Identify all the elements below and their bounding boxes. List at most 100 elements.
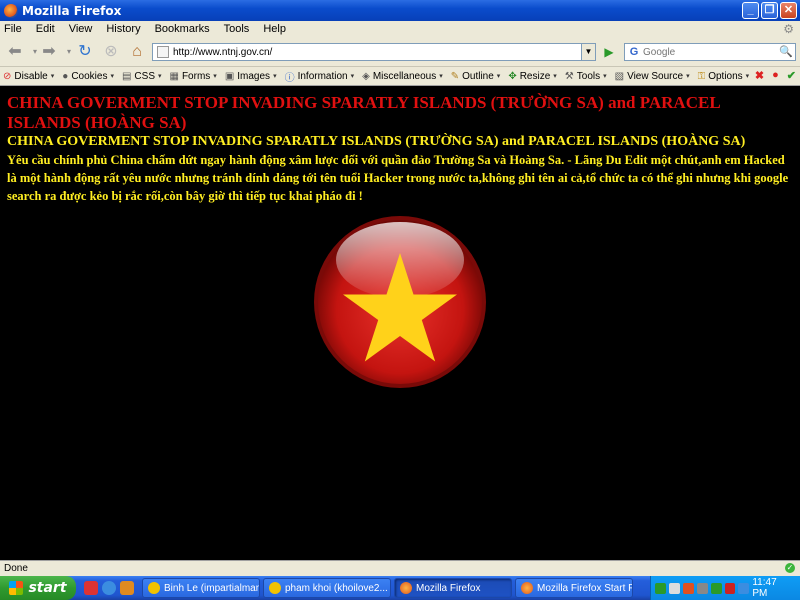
chevron-down-icon: ▾ [553,73,557,80]
menu-help[interactable]: Help [263,23,286,35]
task-firefox-start[interactable]: Mozilla Firefox Start P... [515,578,633,598]
tray-icon[interactable] [668,582,680,594]
error-icon[interactable]: ● [772,69,779,82]
dev-cookies[interactable]: ● Cookies ▾ [62,71,114,82]
ati-icon[interactable] [724,582,736,594]
taskbar: start Binh Le (impartialman... pham khoi… [0,576,800,600]
page-heading: CHINA GOVERMENT STOP INVADING SPARATLY I… [7,93,720,132]
dev-resize[interactable]: ✥ Resize ▾ [508,71,556,82]
window-title: Mozilla Firefox [22,3,122,18]
wrench-icon: ⚒ [564,70,574,82]
chevron-down-icon: ▾ [50,73,55,80]
chevron-down-icon: ▾ [603,73,607,80]
task-firefox-active[interactable]: Mozilla Firefox [394,578,512,598]
page-subheading: CHINA GOVERMENT STOP INVADING SPARATLY I… [7,134,746,149]
chevron-down-icon: ▾ [745,73,750,80]
volume-icon[interactable] [738,582,750,594]
dev-disable[interactable]: ⊘ Disable ▾ [3,71,54,82]
cookies-icon: ● [62,70,69,82]
forward-button[interactable]: ➡ [38,41,60,63]
options-icon: ⚿ [697,70,706,82]
disable-icon: ⊘ [3,70,12,82]
chevron-down-icon: ▾ [157,73,162,80]
url-text: http://www.ntnj.gov.cn/ [173,46,273,58]
page-body-text: Yêu cầu chính phủ China chấm dứt ngay hà… [7,153,789,203]
dev-images[interactable]: ▣ Images ▾ [225,71,277,82]
url-bar[interactable]: http://www.ntnj.gov.cn/ [152,43,582,61]
tray-icon[interactable] [655,582,666,594]
messenger-icon [269,582,281,594]
tray-icon[interactable] [696,582,708,594]
close-toolbar-icon[interactable]: ✖ [755,69,764,82]
menu-bookmarks[interactable]: Bookmarks [155,23,210,35]
google-icon[interactable]: G [625,46,643,58]
start-button[interactable]: start [0,576,76,600]
menu-history[interactable]: History [106,23,140,35]
window-controls: _ ❐ ✕ [742,2,797,19]
firefox-quicklaunch-icon[interactable] [120,581,134,595]
back-button[interactable]: ⬅ [4,41,26,63]
css-icon: ▤ [121,70,132,82]
minimize-button[interactable]: _ [742,2,759,19]
task-yahoo-chat-2[interactable]: pham khoi (khoilove2... [263,578,391,598]
chevron-down-icon: ▾ [496,73,501,80]
chevron-down-icon: ▾ [110,73,114,80]
dev-css[interactable]: ▤ CSS ▾ [122,71,162,82]
tray-icon[interactable] [710,582,722,594]
dev-miscellaneous[interactable]: ◈ Miscellaneous ▾ [362,71,443,82]
url-dropdown-icon[interactable]: ▼ [582,43,596,61]
outline-icon: ✎ [450,70,460,82]
menu-tools[interactable]: Tools [224,23,250,35]
search-icon[interactable]: 🔍 [779,45,793,58]
devbar-status-icons: ✖ ● ✔ [755,69,796,82]
quicklaunch-app-icon[interactable] [84,581,98,595]
firefox-icon [4,3,18,18]
menu-edit[interactable]: Edit [36,23,55,35]
page-content: CHINA GOVERMENT STOP INVADING SPARATLY I… [0,87,800,560]
status-bar: Done ✓ [0,560,800,576]
web-developer-toolbar: ⊘ Disable ▾ ● Cookies ▾ ▤ CSS ▾ ▦ Forms ▾ ▣ Image… [0,67,800,86]
menu-file[interactable]: File [4,23,22,35]
menu-view[interactable]: View [69,23,93,35]
chevron-down-icon: ▾ [350,73,355,80]
quick-launch [84,581,134,595]
menu-bar: File Edit View History Bookmarks Tools H… [0,21,800,37]
reload-button[interactable]: ↻ [74,41,96,63]
chevron-down-icon: ▾ [439,73,443,80]
valid-icon[interactable]: ✔ [787,69,796,82]
ie-icon[interactable] [102,581,116,595]
stop-button[interactable]: ⊗ [100,41,122,63]
status-text: Done [4,563,28,574]
firefox-icon [400,582,412,594]
forms-icon: ▦ [169,70,179,82]
resize-icon: ✥ [508,70,517,82]
images-icon: ▣ [224,70,235,82]
go-button[interactable]: ▶ [600,43,618,61]
check-icon: ✓ [785,563,795,573]
tray-icon[interactable] [682,582,694,594]
maximize-button[interactable]: ❐ [761,2,778,19]
messenger-icon [148,582,160,594]
dev-information[interactable]: ⓘ Information ▾ [285,69,355,84]
chevron-down-icon: ▾ [686,73,690,80]
vietnam-flag-orb-icon [314,216,486,388]
miscellaneous-icon: ◈ [362,70,370,82]
dev-view-source[interactable]: ▧ View Source ▾ [615,71,690,82]
dev-outline[interactable]: ✎ Outline ▾ [451,71,501,82]
gear-icon[interactable]: ⚙ [783,22,794,36]
search-input[interactable] [643,46,763,58]
dev-tools[interactable]: ⚒ Tools ▾ [565,71,607,82]
windows-logo-icon [9,581,24,595]
task-yahoo-chat-1[interactable]: Binh Le (impartialman... [142,578,260,598]
title-bar: Mozilla Firefox _ ❐ ✕ [0,0,800,21]
dev-options[interactable]: ⚿ Options ▾ [698,71,750,82]
information-icon: ⓘ [284,72,295,84]
search-box: G 🔍 [624,43,796,61]
close-button[interactable]: ✕ [780,2,797,19]
home-button[interactable]: ⌂ [126,41,148,63]
dev-forms[interactable]: ▦ Forms ▾ [170,71,217,82]
chevron-down-icon: ▾ [213,73,217,80]
chevron-down-icon: ▾ [273,73,277,80]
system-tray: 11:47 PM [650,576,800,600]
view-source-icon: ▧ [614,70,625,82]
